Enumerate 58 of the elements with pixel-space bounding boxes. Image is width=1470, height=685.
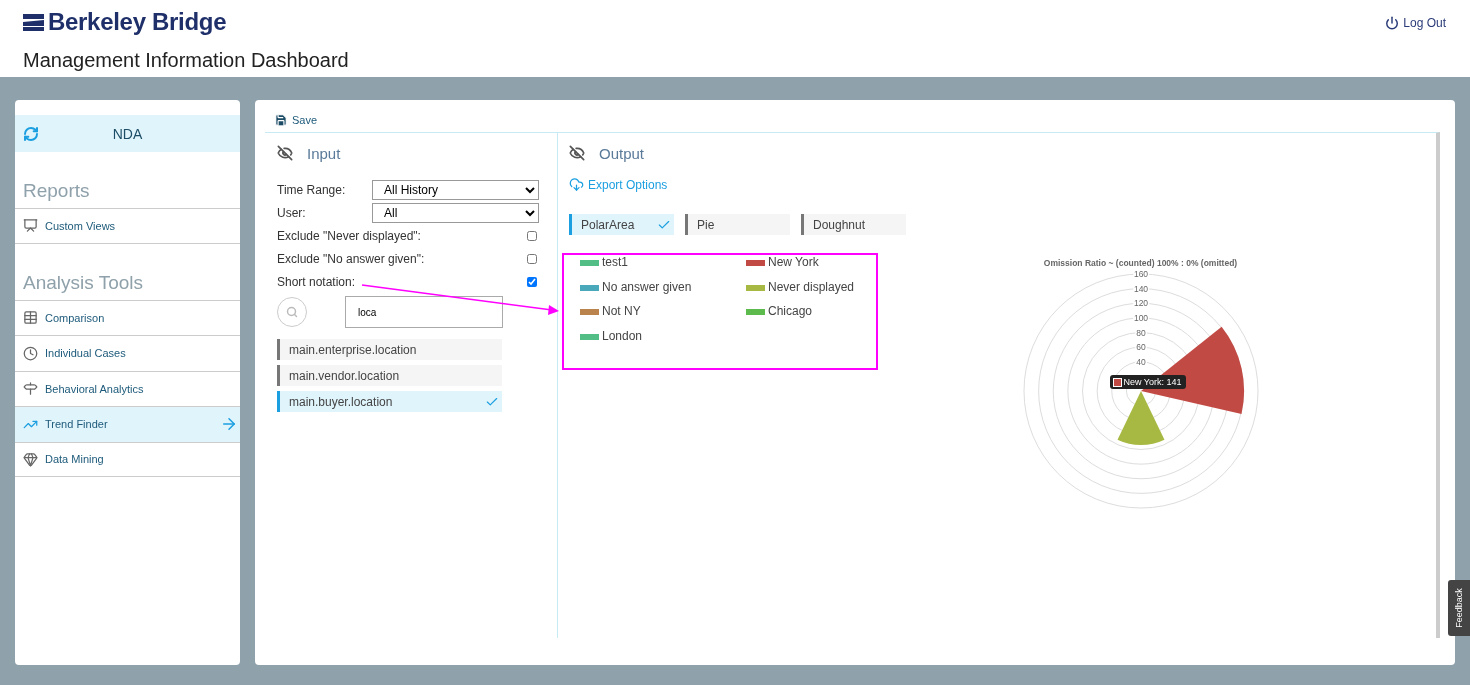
refresh-icon (23, 125, 39, 142)
eye-off-icon[interactable] (277, 145, 293, 161)
eye-off-icon[interactable] (569, 145, 585, 161)
chart-title: Omission Ratio ~ (counted) 100% : 0% (omitted) (1043, 258, 1238, 268)
axis-tick-label: 140 (1133, 283, 1148, 294)
panel-title: Input (307, 144, 341, 162)
chart-tooltip: New York: 141 (1109, 375, 1186, 389)
sidebar-item[interactable]: Data Mining (15, 441, 240, 477)
logout-link[interactable]: Log Out (1385, 16, 1446, 30)
checkbox[interactable] (527, 276, 537, 287)
logo-icon (23, 13, 44, 31)
section-heading: Analysis Tools (22, 270, 145, 295)
axis-tick-label: 40 (1135, 356, 1146, 367)
axis-tick-label: 120 (1133, 298, 1148, 309)
gem-icon (23, 451, 38, 467)
table-icon (23, 310, 38, 326)
save-button[interactable]: Save (265, 113, 318, 132)
project-item[interactable]: NDA (15, 115, 240, 152)
dropdown[interactable]: All (372, 202, 539, 223)
field-label: User: (277, 205, 306, 220)
field-label: Time Range: (277, 182, 346, 197)
variable-option[interactable]: main.enterprise.location (277, 339, 502, 360)
save-icon (274, 113, 288, 127)
variable-option[interactable]: main.buyer.location (277, 391, 502, 412)
dropdown[interactable]: All History (372, 179, 539, 200)
field-label: Exclude "No answer given": (277, 251, 425, 266)
search-field[interactable]: loca (345, 296, 503, 328)
legend-item: Never displayed (746, 279, 886, 304)
sidebar-item[interactable]: Trend Finder (15, 406, 240, 442)
signpost-icon (23, 381, 38, 397)
legend-item: Chicago (746, 304, 886, 329)
feedback-button[interactable]: Feedback (1448, 580, 1470, 636)
clock-icon (23, 345, 38, 361)
cloud-download-icon (569, 177, 584, 192)
checkbox[interactable] (527, 253, 537, 264)
power-icon (1385, 16, 1400, 30)
page-title: Management Information Dashboard (23, 49, 350, 72)
legend-item: No answer given (580, 279, 746, 304)
legend-item: Not NY (580, 304, 746, 329)
axis-tick-label: 100 (1133, 312, 1148, 323)
axis-tick-label: 80 (1135, 327, 1146, 338)
axis-tick-label: 60 (1135, 342, 1146, 353)
chart-type-tab[interactable]: Pie (685, 214, 790, 235)
search-icon (286, 306, 298, 318)
panel-title: Output (599, 144, 645, 162)
project-name: NDA (111, 125, 144, 142)
logo-text: Berkeley Bridge (48, 8, 227, 36)
chart-type-tab[interactable]: Doughnut (801, 214, 906, 235)
variable-option[interactable]: main.vendor.location (277, 365, 502, 386)
axis-tick-label: 160 (1133, 271, 1148, 279)
sidebar-item[interactable]: Custom Views (15, 208, 240, 244)
field-label: Exclude "Never displayed": (277, 228, 421, 243)
chart-type-tab[interactable]: PolarArea (569, 214, 674, 235)
presentation-icon (23, 218, 38, 234)
field-label: Short notation: (277, 274, 356, 289)
section-heading: Reports (22, 179, 91, 203)
checkbox[interactable] (527, 230, 537, 241)
legend-item: London (580, 328, 746, 353)
